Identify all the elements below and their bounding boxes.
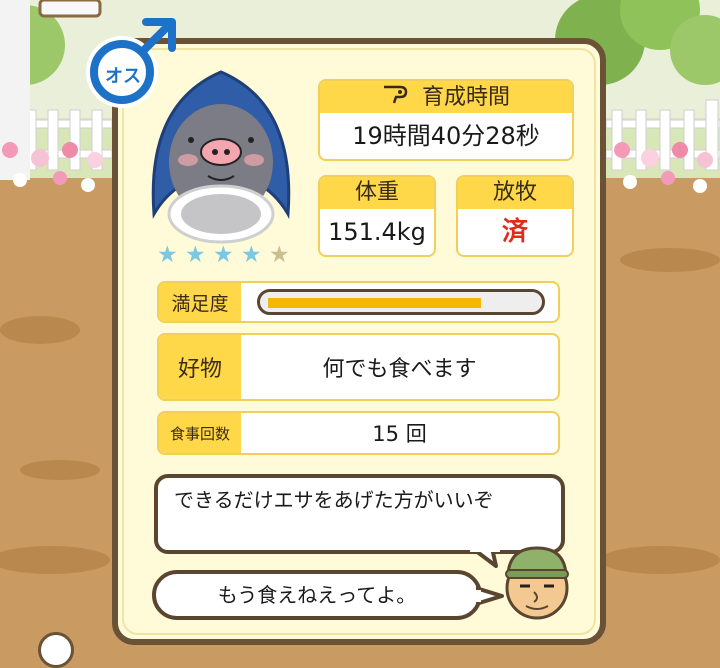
- pig-speech-bubble: もう食えねえってよ。: [152, 570, 482, 620]
- satisfaction-label: 満足度: [159, 283, 241, 321]
- weight-box: 体重 151.4kg: [318, 175, 436, 257]
- star-rating: ★ ★ ★ ★ ★: [157, 244, 307, 270]
- raise-time-box: 育成時間 19時間40分28秒: [318, 79, 574, 161]
- star-filled-icon: ★: [213, 242, 234, 268]
- farmer-avatar: [502, 538, 572, 620]
- satisfaction-bar-fill: [268, 298, 481, 308]
- favorite-food-label: 好物: [159, 335, 241, 399]
- star-filled-icon: ★: [241, 242, 262, 268]
- pig-portrait: [136, 64, 306, 244]
- bottom-ball: [38, 632, 74, 668]
- meal-count-value: 15 回: [372, 422, 427, 446]
- farmer-speech-text: できるだけエサをあげた方がいいぞ: [174, 488, 494, 512]
- satisfaction-row: 満足度: [157, 281, 560, 323]
- grazing-label: 放牧: [458, 177, 572, 209]
- grazing-box: 放牧 済: [456, 175, 574, 257]
- weight-label: 体重: [320, 177, 434, 209]
- pig-speech-text: もう食えねえってよ。: [217, 583, 417, 607]
- star-empty-icon: ★: [269, 242, 290, 268]
- raise-time-header: 育成時間: [320, 81, 572, 113]
- satisfaction-bar: [257, 289, 545, 315]
- favorite-food-row: 好物 何でも食べます: [157, 333, 560, 401]
- star-filled-icon: ★: [157, 242, 178, 268]
- weight-value: 151.4kg: [328, 218, 426, 246]
- star-filled-icon: ★: [185, 242, 206, 268]
- meal-count-row: 食事回数 15 回: [157, 411, 560, 455]
- raise-time-label: 育成時間: [421, 85, 510, 110]
- raise-time-value: 19時間40分28秒: [352, 122, 540, 150]
- grazing-value: 済: [501, 217, 528, 247]
- favorite-food-value: 何でも食べます: [322, 357, 477, 382]
- meal-count-label: 食事回数: [159, 413, 241, 453]
- whistle-icon: [382, 81, 408, 115]
